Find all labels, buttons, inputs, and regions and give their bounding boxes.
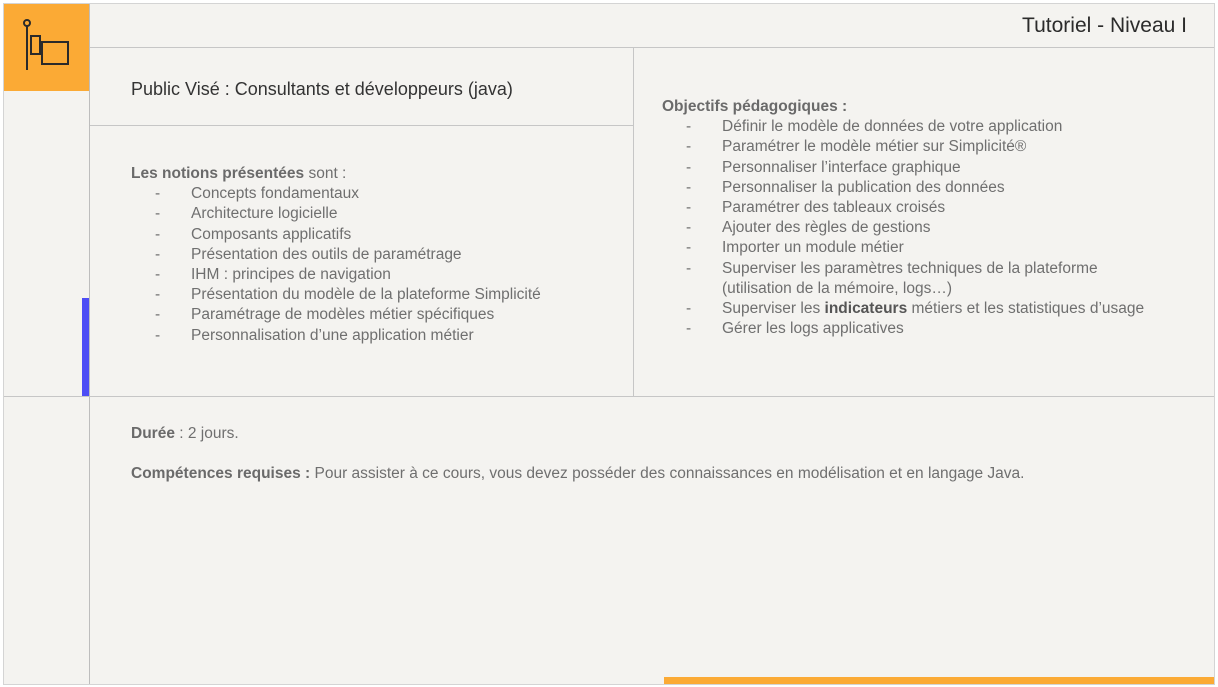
bottom-divider (4, 396, 1214, 397)
notions-section: Les notions présentées sont : - Concepts … (131, 164, 541, 346)
list-item: - Définir le modèle de données de votre a… (686, 118, 1063, 136)
notions-heading: Les notions présentées sont : (131, 165, 347, 182)
list-item: - Importer un module métier (686, 239, 904, 257)
list-item: - Paramétrer des tableaux croisés (686, 199, 946, 217)
list-item: - Personnaliser l’interface graphique (686, 158, 961, 176)
slide: Tutoriel - Niveau I Public Visé : Consul… (3, 3, 1215, 685)
list-item: - Gérer les logs applicatives (686, 320, 904, 338)
list-item: - Paramétrage de modèles métier spécifiqu… (155, 306, 495, 324)
list-item: - Présentation des outils de paramétrage (155, 245, 462, 263)
public-divider (90, 125, 633, 126)
column-divider (633, 48, 634, 397)
objectifs-section: Objectifs pédagogiques : - Définir le mod… (662, 97, 1144, 339)
objectifs-heading: Objectifs pédagogiques : (662, 98, 848, 115)
list-item: - Superviser les indicateurs métiers et l… (686, 300, 1145, 318)
list-item: - Superviser les paramètres techniques de… (686, 259, 1098, 297)
orange-accent-bar (664, 677, 1214, 684)
objectifs-list: - Définir le modèle de données de votre a… (662, 117, 1144, 339)
logo-box (4, 4, 90, 91)
duree-line: Durée : 2 jours. (131, 425, 239, 442)
competences-line: Compétences requises : Pour assister à c… (131, 465, 1025, 482)
list-item: - Personnalisation d’une application méti… (155, 326, 474, 344)
page-title: Tutoriel - Niveau I (1022, 14, 1187, 37)
list-item: - Concepts fondamentaux (155, 185, 360, 203)
public-vise: Public Visé : Consultants et développeur… (131, 79, 513, 99)
left-divider (89, 4, 90, 684)
list-item: - Présentation du modèle de la plateforme… (155, 286, 541, 304)
list-item: - Ajouter des règles de gestions (686, 219, 931, 237)
list-item: - Architecture logicielle (155, 205, 338, 223)
list-item: - IHM : principes de navigation (155, 266, 391, 284)
list-item: - Paramétrer le modèle métier sur Simplic… (686, 138, 1027, 156)
header-divider (90, 47, 1214, 48)
list-item: - Composants applicatifs (155, 225, 352, 243)
list-item: - Personnaliser la publication des donnée… (686, 178, 1005, 196)
flag-icon (23, 19, 69, 70)
notions-list: - Concepts fondamentaux - Architecture log… (131, 184, 541, 346)
blue-accent-bar (82, 298, 89, 396)
